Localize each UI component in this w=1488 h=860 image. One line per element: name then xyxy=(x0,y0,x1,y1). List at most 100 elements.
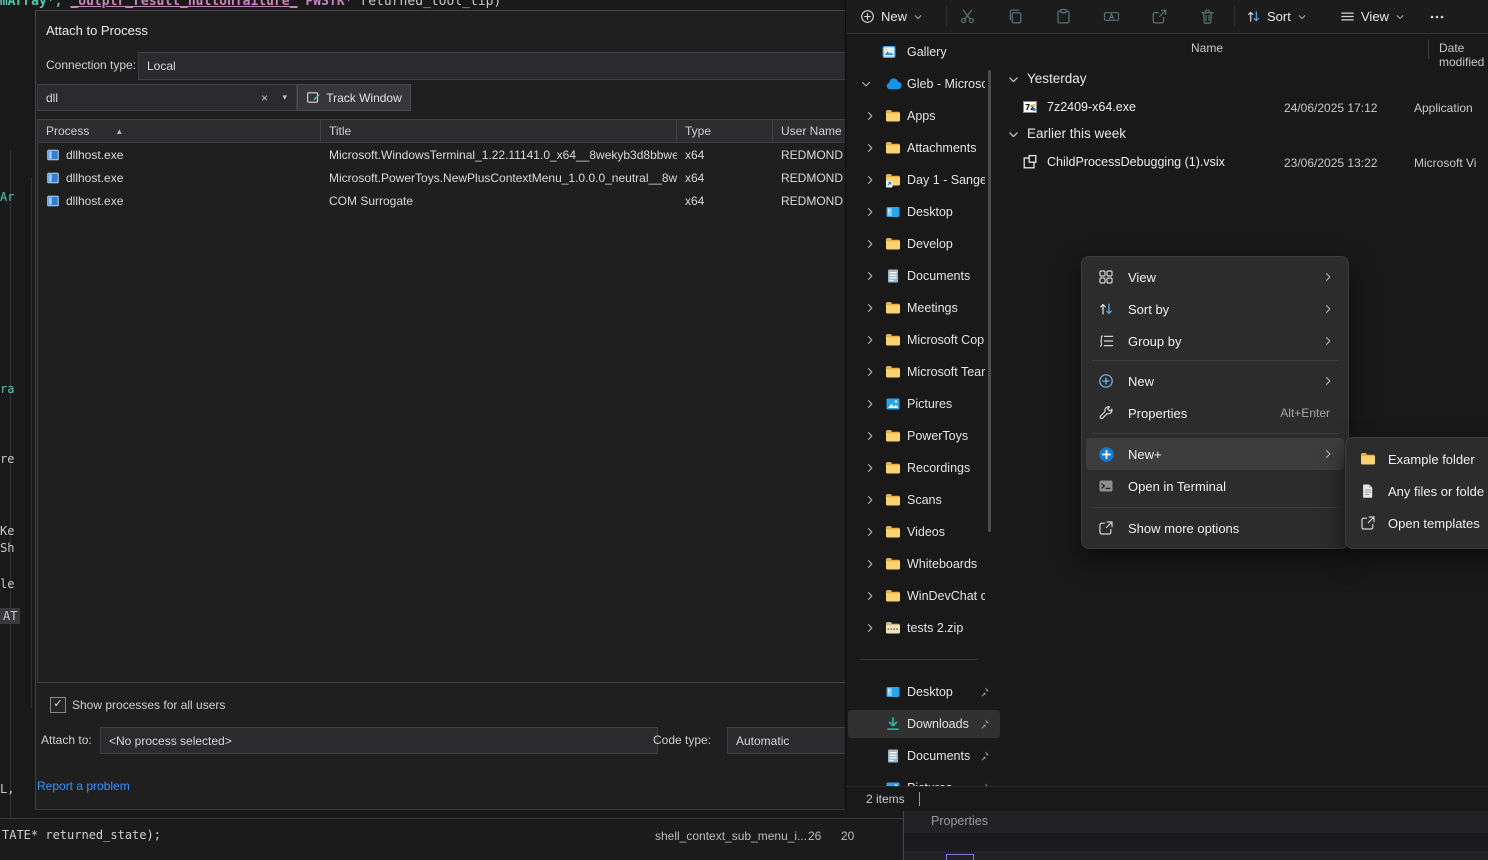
sidebar-item-attachments[interactable]: Attachments xyxy=(848,134,1000,162)
menu-item-new-plus[interactable]: New+ xyxy=(1086,438,1344,470)
user-name: REDMOND xyxy=(781,171,843,185)
chevron-right-icon xyxy=(864,110,876,122)
sidebar-item-label: Documents xyxy=(907,749,985,763)
sidebar-item-gallery[interactable]: Gallery xyxy=(848,38,1000,66)
report-a-problem-link[interactable]: Report a problem xyxy=(37,779,130,793)
rename-button[interactable] xyxy=(1098,5,1124,28)
menu-item-new[interactable]: New xyxy=(1086,365,1344,397)
sidebar-scrollbar[interactable] xyxy=(988,70,991,532)
column-header-type[interactable]: Type xyxy=(677,120,773,142)
menu-item-show-more-options[interactable]: Show more options xyxy=(1086,512,1344,544)
sidebar-item-meetings[interactable]: Meetings xyxy=(848,294,1000,322)
menu-item-label: New xyxy=(1128,374,1154,389)
chevron-down-icon xyxy=(913,12,923,22)
sidebar-item-pictures[interactable]: Pictures xyxy=(848,390,1000,418)
file-name: ChildProcessDebugging (1).vsix xyxy=(1047,155,1225,169)
sidebar-item-label: Downloads xyxy=(907,717,985,731)
chevron-down-icon[interactable] xyxy=(1007,128,1020,141)
paste-button[interactable] xyxy=(1050,5,1076,28)
sidebar-item-develop[interactable]: Develop xyxy=(848,230,1000,258)
sidebar-item-onedrive[interactable]: Gleb - Microsoft xyxy=(848,70,1000,98)
group-header-earlier-this-week[interactable]: Earlier this week xyxy=(1027,126,1126,141)
properties-focus-box xyxy=(946,854,974,860)
user-name: REDMOND xyxy=(781,148,843,162)
column-separator[interactable] xyxy=(1428,39,1429,59)
sidebar-item-label: Apps xyxy=(907,109,985,123)
menu-item-label: Group by xyxy=(1128,334,1181,349)
checkbox-checked[interactable]: ✓ xyxy=(50,697,66,713)
column-header-user[interactable]: User Name xyxy=(773,120,846,142)
chevron-right-icon xyxy=(864,622,876,634)
view-button[interactable]: View xyxy=(1334,4,1411,29)
chevron-right-icon xyxy=(1322,303,1334,315)
process-table-header: Process ▲ Title Type User Name xyxy=(38,120,846,143)
track-window-button[interactable]: Track Window xyxy=(297,84,411,111)
copy-button[interactable] xyxy=(1002,5,1028,28)
show-all-users-checkbox-row[interactable]: ✓ Show processes for all users xyxy=(50,697,225,713)
view-grid-icon xyxy=(1098,269,1114,285)
code-fragment: L, xyxy=(0,782,14,796)
file-date: 24/06/2025 17:12 xyxy=(1284,101,1377,115)
pin-icon xyxy=(978,750,990,762)
submenu-item-any-files[interactable]: Any files or folde xyxy=(1350,475,1488,507)
sidebar-item-windevchat[interactable]: WinDevChat c xyxy=(848,582,1000,610)
sidebar-item-recordings[interactable]: Recordings xyxy=(848,454,1000,482)
window-title: Microsoft.PowerToys.NewPlusContextMenu_1… xyxy=(329,171,677,185)
sidebar-item-desktop[interactable]: Desktop xyxy=(848,198,1000,226)
sidebar-pinned-downloads[interactable]: Downloads xyxy=(848,710,1000,738)
menu-item-properties[interactable]: Properties Alt+Enter xyxy=(1086,397,1344,429)
sidebar-item-tests-zip[interactable]: tests 2.zip xyxy=(848,614,1000,642)
process-filter-input[interactable]: dll × ▾ xyxy=(37,84,297,111)
column-header-title[interactable]: Title xyxy=(321,120,677,142)
sidebar-item-day1[interactable]: Day 1 - Sangee xyxy=(848,166,1000,194)
sidebar-item-label: Microsoft Tear xyxy=(907,365,985,379)
process-row[interactable]: dllhost.exe Microsoft.WindowsTerminal_1.… xyxy=(38,143,846,166)
chevron-down-icon[interactable] xyxy=(1007,73,1020,86)
sidebar-item-microsoft-tear[interactable]: Microsoft Tear xyxy=(848,358,1000,386)
column-header-date[interactable]: Date modified xyxy=(1439,41,1488,69)
cut-button[interactable] xyxy=(954,5,980,28)
pin-icon xyxy=(978,686,990,698)
attach-to-input[interactable]: <No process selected> xyxy=(100,727,658,754)
sidebar-item-apps[interactable]: Apps xyxy=(848,102,1000,130)
sort-ascending-icon: ▲ xyxy=(115,127,123,136)
sidebar-item-scans[interactable]: Scans xyxy=(848,486,1000,514)
submenu-item-example-folder[interactable]: Example folder xyxy=(1350,443,1488,475)
connection-type-select[interactable]: Local xyxy=(138,52,847,80)
file-reference: shell_context_sub_menu_i... xyxy=(655,829,807,843)
submenu-item-label: Example folder xyxy=(1388,452,1475,467)
window-title: Microsoft.WindowsTerminal_1.22.11141.0_x… xyxy=(329,148,677,162)
process-row[interactable]: dllhost.exe Microsoft.PowerToys.NewPlusC… xyxy=(38,166,846,189)
type-cell: x64 xyxy=(677,171,773,185)
submenu-item-open-templates[interactable]: Open templates xyxy=(1350,507,1488,539)
code-fragment: AT xyxy=(0,608,20,624)
menu-item-open-in-terminal[interactable]: Open in Terminal xyxy=(1086,470,1344,502)
sidebar-item-microsoft-cop[interactable]: Microsoft Cop xyxy=(848,326,1000,354)
delete-button[interactable] xyxy=(1194,5,1220,28)
sidebar-item-documents[interactable]: Documents xyxy=(848,262,1000,290)
sidebar-item-whiteboards[interactable]: Whiteboards xyxy=(848,550,1000,578)
menu-item-group-by[interactable]: Group by xyxy=(1086,325,1344,357)
sort-button[interactable]: Sort xyxy=(1240,4,1313,29)
sidebar-item-powertoys[interactable]: PowerToys xyxy=(848,422,1000,450)
share-button[interactable] xyxy=(1146,5,1172,28)
filter-dropdown-icon[interactable]: ▾ xyxy=(282,92,287,103)
ellipsis-icon xyxy=(1429,9,1445,25)
sidebar-pinned-documents[interactable]: Documents xyxy=(848,742,1000,770)
menu-item-view[interactable]: View xyxy=(1086,261,1344,293)
column-header-name[interactable]: Name xyxy=(1191,41,1223,55)
sidebar-pinned-desktop[interactable]: Desktop xyxy=(848,678,1000,706)
process-row[interactable]: dllhost.exe COM Surrogate x64 REDMOND xyxy=(38,189,846,212)
more-options-button[interactable] xyxy=(1424,5,1450,28)
menu-item-sort-by[interactable]: Sort by xyxy=(1086,293,1344,325)
clear-filter-icon[interactable]: × xyxy=(261,91,268,105)
new-button[interactable]: New xyxy=(854,4,929,29)
code-type-select[interactable]: Automatic xyxy=(727,727,847,754)
new-plus-submenu: Example folder Any files or folde Open t… xyxy=(1345,437,1488,549)
filter-value: dll xyxy=(46,91,58,105)
group-header-yesterday[interactable]: Yesterday xyxy=(1027,71,1087,86)
sidebar-item-videos[interactable]: Videos xyxy=(848,518,1000,546)
properties-panel-title: Properties xyxy=(931,814,988,828)
column-header-process[interactable]: Process ▲ xyxy=(38,120,321,142)
menu-separator xyxy=(1092,433,1338,434)
